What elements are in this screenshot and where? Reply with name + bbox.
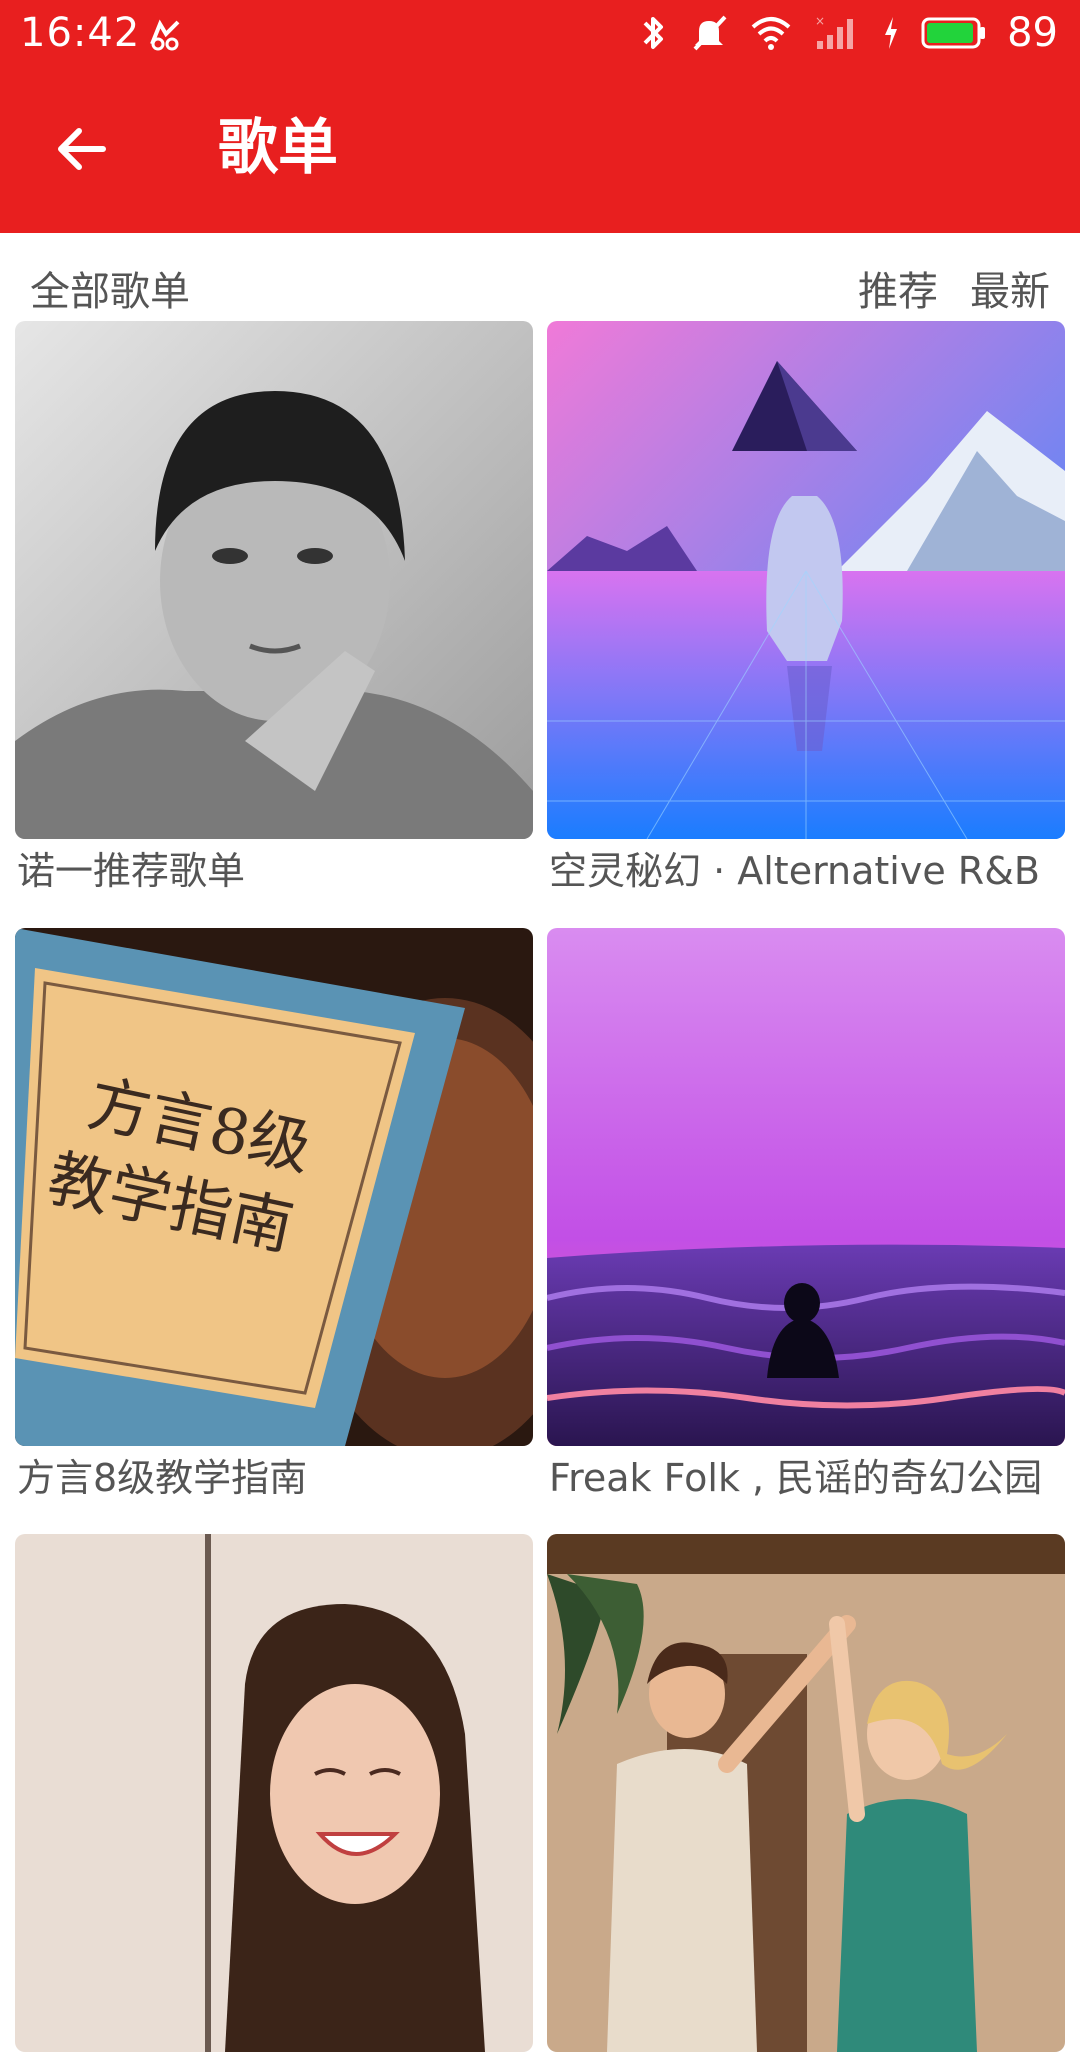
sort-tabs: 推荐 最新 — [858, 262, 1050, 322]
arrow-left-icon — [58, 128, 106, 170]
page-title: 歌单 — [218, 113, 338, 183]
status-icons: × 89 — [637, 10, 1058, 56]
wifi-icon — [749, 13, 793, 53]
bluetooth-icon — [637, 13, 669, 53]
header: 16:42 × 89 歌单 — [0, 0, 1080, 233]
playlist-cover[interactable] — [15, 1534, 533, 2052]
all-playlists-button[interactable]: 全部歌单 — [30, 262, 190, 322]
cover-image-girl — [15, 1534, 533, 2052]
cover-image-boy — [15, 321, 533, 839]
battery-percent: 89 — [1007, 10, 1058, 56]
bird-icon — [146, 14, 184, 52]
cover-image-dancing-couple — [547, 1534, 1065, 2052]
signal-icon: × — [813, 13, 861, 53]
charging-icon — [881, 13, 901, 53]
svg-text:×: × — [815, 14, 825, 28]
playlist-card[interactable]: 诺一推荐歌单 — [15, 321, 533, 893]
playlist-card[interactable]: 空灵秘幻 · Alternative R&B — [547, 321, 1065, 893]
playlist-card[interactable]: Freak Folk , 民谣的奇幻公园 — [547, 928, 1065, 1500]
bell-muted-icon — [689, 13, 729, 53]
playlist-title[interactable]: 诺一推荐歌单 — [17, 845, 245, 897]
playlist-title[interactable]: Freak Folk , 民谣的奇幻公园 — [549, 1452, 1042, 1504]
filter-row: 全部歌单 推荐 最新 — [0, 262, 1080, 322]
app-bar: 歌单 — [0, 66, 1080, 233]
status-time: 16:42 — [20, 10, 141, 56]
tab-latest[interactable]: 最新 — [970, 262, 1050, 322]
tab-recommended[interactable]: 推荐 — [858, 262, 938, 322]
playlist-cover[interactable] — [547, 321, 1065, 839]
status-bar: 16:42 × 89 — [0, 0, 1080, 66]
back-button[interactable] — [48, 116, 114, 182]
cover-image-ocean — [547, 928, 1065, 1446]
playlist-cover[interactable] — [15, 321, 533, 839]
playlist-cover[interactable] — [547, 928, 1065, 1446]
playlist-card[interactable] — [15, 1534, 533, 2052]
cover-image-book: 方言8级 教学指南 — [15, 928, 533, 1446]
playlist-cover[interactable]: 方言8级 教学指南 — [15, 928, 533, 1446]
cover-image-pyramid — [547, 321, 1065, 839]
playlist-cover[interactable] — [547, 1534, 1065, 2052]
battery-icon — [921, 13, 987, 53]
playlist-title[interactable]: 方言8级教学指南 — [17, 1452, 307, 1504]
playlist-card[interactable]: 方言8级 教学指南 方言8级教学指南 — [15, 928, 533, 1500]
playlist-title[interactable]: 空灵秘幻 · Alternative R&B — [549, 845, 1040, 897]
playlist-card[interactable] — [547, 1534, 1065, 2052]
